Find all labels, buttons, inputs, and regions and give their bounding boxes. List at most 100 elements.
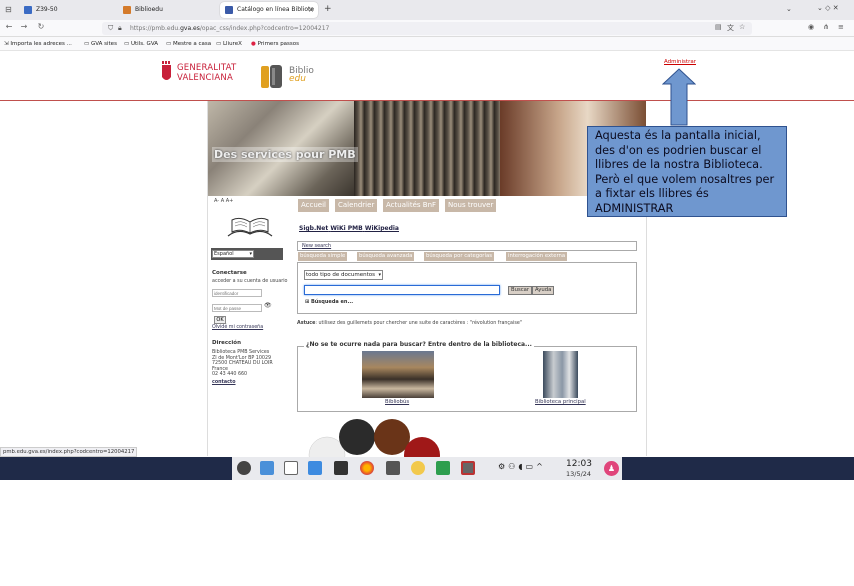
shield-icon[interactable]: ⛉ <box>108 24 113 33</box>
show-password-icon[interactable]: 👁︎ <box>264 302 272 309</box>
nav-tab-calendrier[interactable]: Calendrier <box>335 199 378 212</box>
url-input[interactable]: https://pmb.edu.gva.es/opac_css/index.ph… <box>102 22 752 35</box>
tab-list-icon[interactable]: ⊟ <box>5 5 12 14</box>
password-input[interactable] <box>212 304 262 312</box>
up-arrow-icon <box>662 68 696 126</box>
bookmark-label: LliureX <box>222 41 242 47</box>
translate-icon[interactable]: 文 <box>727 23 734 33</box>
bibliobus-photo[interactable] <box>362 351 434 398</box>
suggest-box <box>297 346 637 412</box>
advanced-label: Búsqueda en... <box>310 299 354 305</box>
gva-line1: GENERALITAT <box>177 63 237 73</box>
search-tip: Astuce: utilisez des guillemets pour che… <box>297 321 522 326</box>
contact-link[interactable]: contacto <box>212 380 236 386</box>
bookmark-mestre[interactable]: ▭ Mestre a casa <box>166 37 211 51</box>
banner-panel-2 <box>354 101 500 196</box>
tab-advanced-search[interactable]: búsqueda avanzada <box>357 252 415 261</box>
lock-icon[interactable]: 🔒︎ <box>118 24 122 33</box>
desktop-icon[interactable] <box>284 461 298 475</box>
folder-icon[interactable] <box>308 461 322 475</box>
screen-capture-icon[interactable] <box>461 461 475 475</box>
search-button[interactable]: Buscar <box>508 286 533 295</box>
banner-title: Des services pour PMB <box>212 147 358 162</box>
address-block: Biblioteca PMB Services ZI de Mont'Lor B… <box>212 350 273 378</box>
tab-z3950[interactable]: Z39-50 <box>19 2 117 18</box>
bookmark-lliurex[interactable]: ▭ LliureX <box>216 37 242 51</box>
username-input[interactable] <box>212 289 262 297</box>
advanced-toggle[interactable]: ⊞ Búsqueda en... <box>305 299 353 305</box>
clock-date[interactable]: 13/5/24 <box>566 470 591 478</box>
app-launcher-icon[interactable] <box>237 461 251 475</box>
language-value: Español <box>214 251 234 257</box>
forward-icon[interactable]: → <box>19 22 29 31</box>
window-controls[interactable]: ⌄ ◇ ✕ <box>817 4 839 12</box>
bookmark-gva-sites[interactable]: ▭ GVA sites <box>84 37 117 51</box>
close-tab-icon[interactable]: × <box>308 2 314 18</box>
nav-tab-nous-trouver[interactable]: Nous trouver <box>445 199 497 212</box>
link-wiki-pmb[interactable]: WiKi PMB <box>330 225 362 232</box>
main-library-link[interactable]: Biblioteca principal <box>535 399 586 405</box>
tip-text: : utilisez des guillemets pour chercher … <box>315 321 522 326</box>
gva-logo-text: GENERALITAT VALENCIANA <box>177 63 236 83</box>
tab-external-search[interactable]: interrogación externa <box>506 252 568 261</box>
firefox-icon[interactable] <box>360 461 374 475</box>
calculator-icon[interactable] <box>386 461 400 475</box>
biblio-logo-sub: edu <box>289 74 306 84</box>
url-domain: gva.es <box>180 25 200 32</box>
reload-icon[interactable]: ↻ <box>36 22 46 31</box>
extensions-icon[interactable]: ⋔ <box>823 23 829 31</box>
address-line: 02 43 440 660 <box>212 372 248 377</box>
doc-type-select[interactable]: todo tipo de documentos ▾ <box>304 270 383 280</box>
tab-category-search[interactable]: búsqueda por categorías <box>424 252 494 261</box>
bookmark-primers[interactable]: ● Primers passos <box>251 37 299 51</box>
terminal-icon[interactable] <box>334 461 348 475</box>
login-ok-button[interactable]: OK <box>214 316 226 324</box>
reader-view-icon[interactable]: ▤ <box>715 23 722 31</box>
address-line: Biblioteca PMB Services <box>212 350 270 355</box>
login-hint: acceder a su cuenta de usuario <box>212 279 288 284</box>
system-tray[interactable]: ⚙︎⚇◖▭^ <box>498 462 546 471</box>
tab-biblioedu[interactable]: Biblioedu <box>118 2 218 18</box>
tab-label: Biblioedu <box>135 6 163 13</box>
tab-simple-search[interactable]: búsqueda simple <box>298 252 348 261</box>
help-button[interactable]: Ayuda <box>532 286 555 295</box>
link-sigbnet[interactable]: Sigb.Net <box>299 225 328 232</box>
favicon-icon <box>123 6 131 14</box>
library-photo[interactable] <box>543 351 578 398</box>
spreadsheet-icon[interactable] <box>436 461 450 475</box>
bookmark-utils-gva[interactable]: ▭ Utils. GVA <box>124 37 158 51</box>
tab-catalogo[interactable]: Catálogo en línea Bibliote × <box>220 2 318 18</box>
new-tab-button[interactable]: + <box>324 4 332 14</box>
tab-label: Catálogo en línea Bibliote <box>237 6 315 13</box>
content-border <box>207 101 208 456</box>
account-icon[interactable]: ◉ <box>808 23 814 31</box>
tab-label: Z39-50 <box>36 6 58 13</box>
back-icon[interactable]: ← <box>4 22 14 31</box>
clock-time[interactable]: 12:03 <box>566 459 592 469</box>
admin-link[interactable]: Administrar <box>664 59 696 65</box>
font-size-controls[interactable]: A- A A+ <box>214 198 233 204</box>
bookmark-star-icon[interactable]: ☆ <box>739 23 745 31</box>
forgot-password-link[interactable]: Olvidé mi contraseña <box>212 325 263 331</box>
nav-tab-actualites[interactable]: Actualités BnF <box>383 199 440 212</box>
new-search-link[interactable]: New search <box>302 243 331 249</box>
bibliobus-link[interactable]: Bibliobús <box>385 399 409 405</box>
file-manager-icon[interactable] <box>260 461 274 475</box>
menu-icon[interactable]: ≡ <box>838 23 844 31</box>
bookmark-label: Utils. GVA <box>130 41 158 47</box>
bookmark-label: Mestre a casa <box>172 41 212 47</box>
language-select[interactable]: Español ▾ <box>212 250 254 258</box>
status-url: pmb.edu.gva.es/index.php?codcentro=12004… <box>0 447 138 457</box>
bookmark-import[interactable]: ⇲ Importa les adreces ... <box>4 37 72 51</box>
url-prefix: https://pmb.edu. <box>130 25 181 32</box>
bookmark-label: GVA sites <box>90 41 117 47</box>
chevron-down-icon[interactable]: ⌄ <box>786 5 792 13</box>
settings-app-icon[interactable] <box>411 461 425 475</box>
search-input[interactable] <box>304 285 500 295</box>
link-wikipedia[interactable]: WiKipedia <box>365 225 399 232</box>
external-links: Sigb.Net WiKi PMB WiKipedia <box>299 225 399 232</box>
content-border <box>646 196 647 456</box>
nav-tab-accueil[interactable]: Accueil <box>298 199 329 212</box>
user-avatar-icon[interactable]: ♟ <box>604 461 619 476</box>
address-heading: Dirección <box>212 340 241 346</box>
